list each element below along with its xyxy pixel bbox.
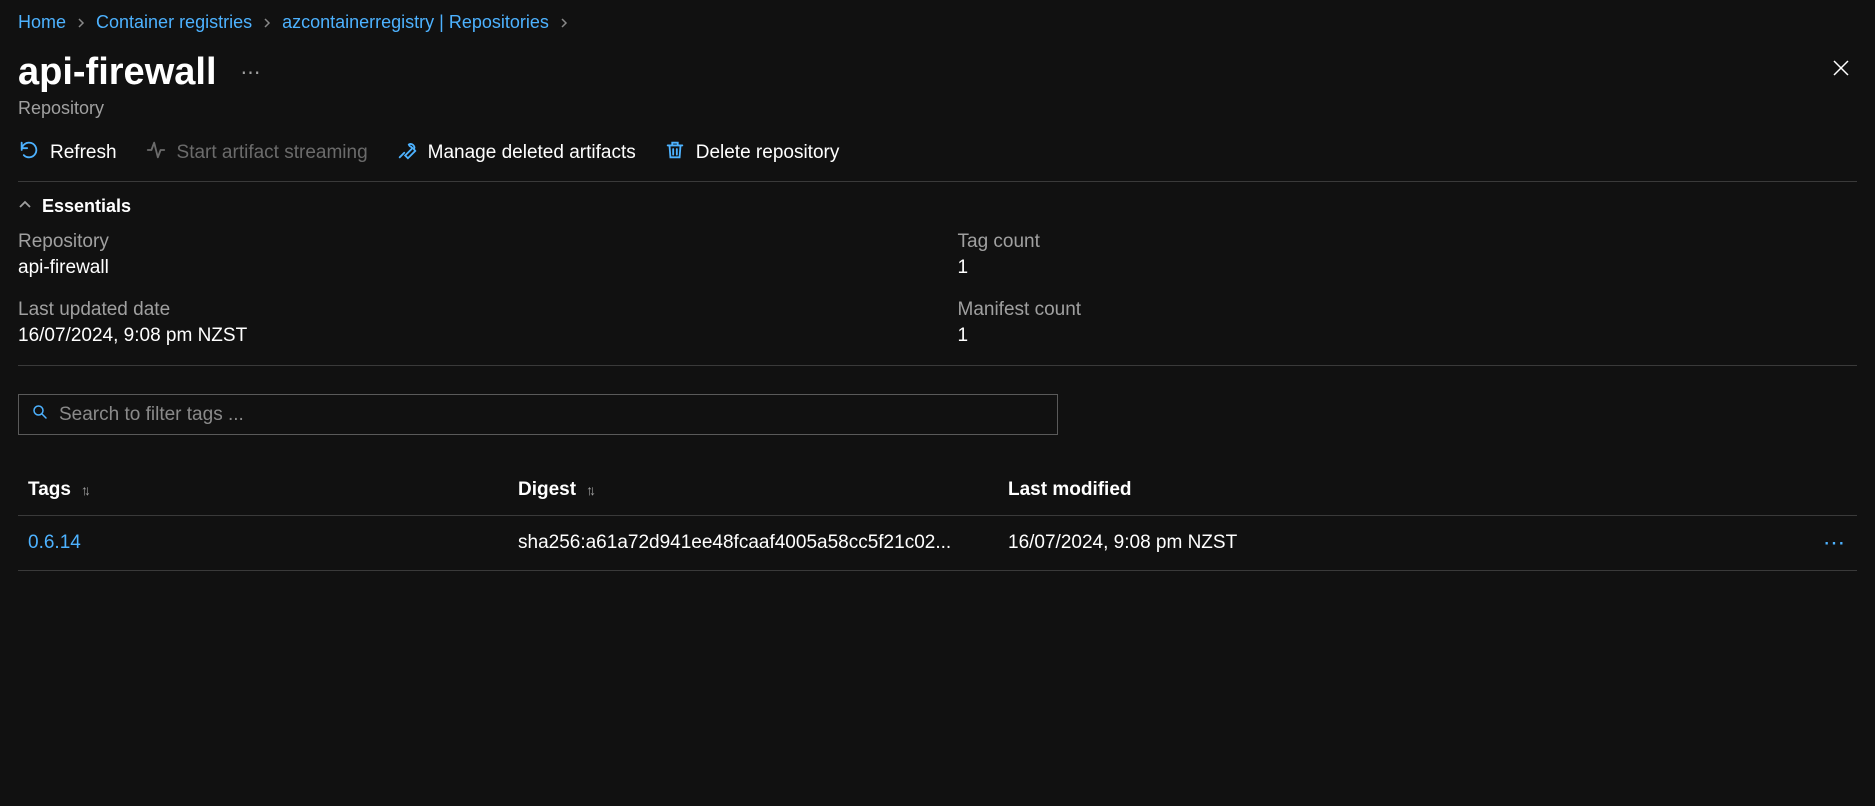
refresh-icon <box>18 139 40 167</box>
table-header: Tags ↑↓ Digest ↑↓ Last modified <box>18 465 1857 516</box>
last-updated-value: 16/07/2024, 9:08 pm NZST <box>18 325 918 347</box>
chevron-up-icon <box>18 196 32 217</box>
search-icon <box>31 403 49 426</box>
essentials-toggle[interactable]: Essentials <box>18 182 1857 231</box>
page-title: api-firewall <box>18 51 217 94</box>
delete-repository-button[interactable]: Delete repository <box>664 139 840 167</box>
chevron-right-icon <box>559 15 569 31</box>
chevron-right-icon <box>262 15 272 31</box>
breadcrumb-registries[interactable]: Container registries <box>96 12 252 33</box>
page-subtitle: Repository <box>18 98 1857 119</box>
refresh-button[interactable]: Refresh <box>18 139 117 167</box>
repository-value: api-firewall <box>18 257 918 279</box>
tag-count-label: Tag count <box>958 231 1858 253</box>
essentials-last-updated: Last updated date 16/07/2024, 9:08 pm NZ… <box>18 299 918 347</box>
tag-link[interactable]: 0.6.14 <box>28 532 518 554</box>
manifest-count-label: Manifest count <box>958 299 1858 321</box>
digest-value: sha256:a61a72d941ee48fcaaf4005a58cc5f21c… <box>518 532 1008 554</box>
col-digest[interactable]: Digest ↑↓ <box>518 479 1008 501</box>
header-row: api-firewall ⋯ <box>18 51 1857 94</box>
search-input[interactable] <box>59 404 1045 426</box>
col-last-modified-label: Last modified <box>1008 479 1132 501</box>
col-tags[interactable]: Tags ↑↓ <box>28 479 518 501</box>
search-box[interactable] <box>18 394 1058 435</box>
essentials-grid: Repository api-firewall Tag count 1 Last… <box>18 231 1857 366</box>
delete-repository-label: Delete repository <box>696 142 840 164</box>
repository-label: Repository <box>18 231 918 253</box>
row-actions-icon[interactable]: ⋯ <box>1787 530 1847 556</box>
chevron-right-icon <box>76 15 86 31</box>
sort-icon: ↑↓ <box>586 482 592 498</box>
start-streaming-button: Start artifact streaming <box>145 139 368 167</box>
col-tags-label: Tags <box>28 479 71 501</box>
manage-deleted-button[interactable]: Manage deleted artifacts <box>396 139 636 167</box>
more-actions-icon[interactable]: ⋯ <box>241 60 263 85</box>
tag-count-value: 1 <box>958 257 1858 279</box>
close-icon[interactable] <box>1825 51 1857 91</box>
sort-icon: ↑↓ <box>81 482 87 498</box>
essentials-label: Essentials <box>42 196 131 217</box>
manage-deleted-label: Manage deleted artifacts <box>428 142 636 164</box>
tags-table: Tags ↑↓ Digest ↑↓ Last modified 0.6.14 s… <box>18 465 1857 571</box>
breadcrumb-home[interactable]: Home <box>18 12 66 33</box>
essentials-repository: Repository api-firewall <box>18 231 918 279</box>
last-updated-label: Last updated date <box>18 299 918 321</box>
table-row: 0.6.14 sha256:a61a72d941ee48fcaaf4005a58… <box>18 516 1857 571</box>
streaming-icon <box>145 139 167 167</box>
toolbar: Refresh Start artifact streaming Manage … <box>18 139 1857 182</box>
essentials-manifest-count: Manifest count 1 <box>958 299 1858 347</box>
col-last-modified[interactable]: Last modified <box>1008 479 1787 501</box>
breadcrumb: Home Container registries azcontainerreg… <box>18 12 1857 33</box>
manifest-count-value: 1 <box>958 325 1858 347</box>
refresh-label: Refresh <box>50 142 117 164</box>
trash-icon <box>664 139 686 167</box>
start-streaming-label: Start artifact streaming <box>177 142 368 164</box>
breadcrumb-repo[interactable]: azcontainerregistry | Repositories <box>282 12 549 33</box>
col-digest-label: Digest <box>518 479 576 501</box>
essentials-tag-count: Tag count 1 <box>958 231 1858 279</box>
wrench-icon <box>396 139 418 167</box>
last-modified-value: 16/07/2024, 9:08 pm NZST <box>1008 532 1787 554</box>
